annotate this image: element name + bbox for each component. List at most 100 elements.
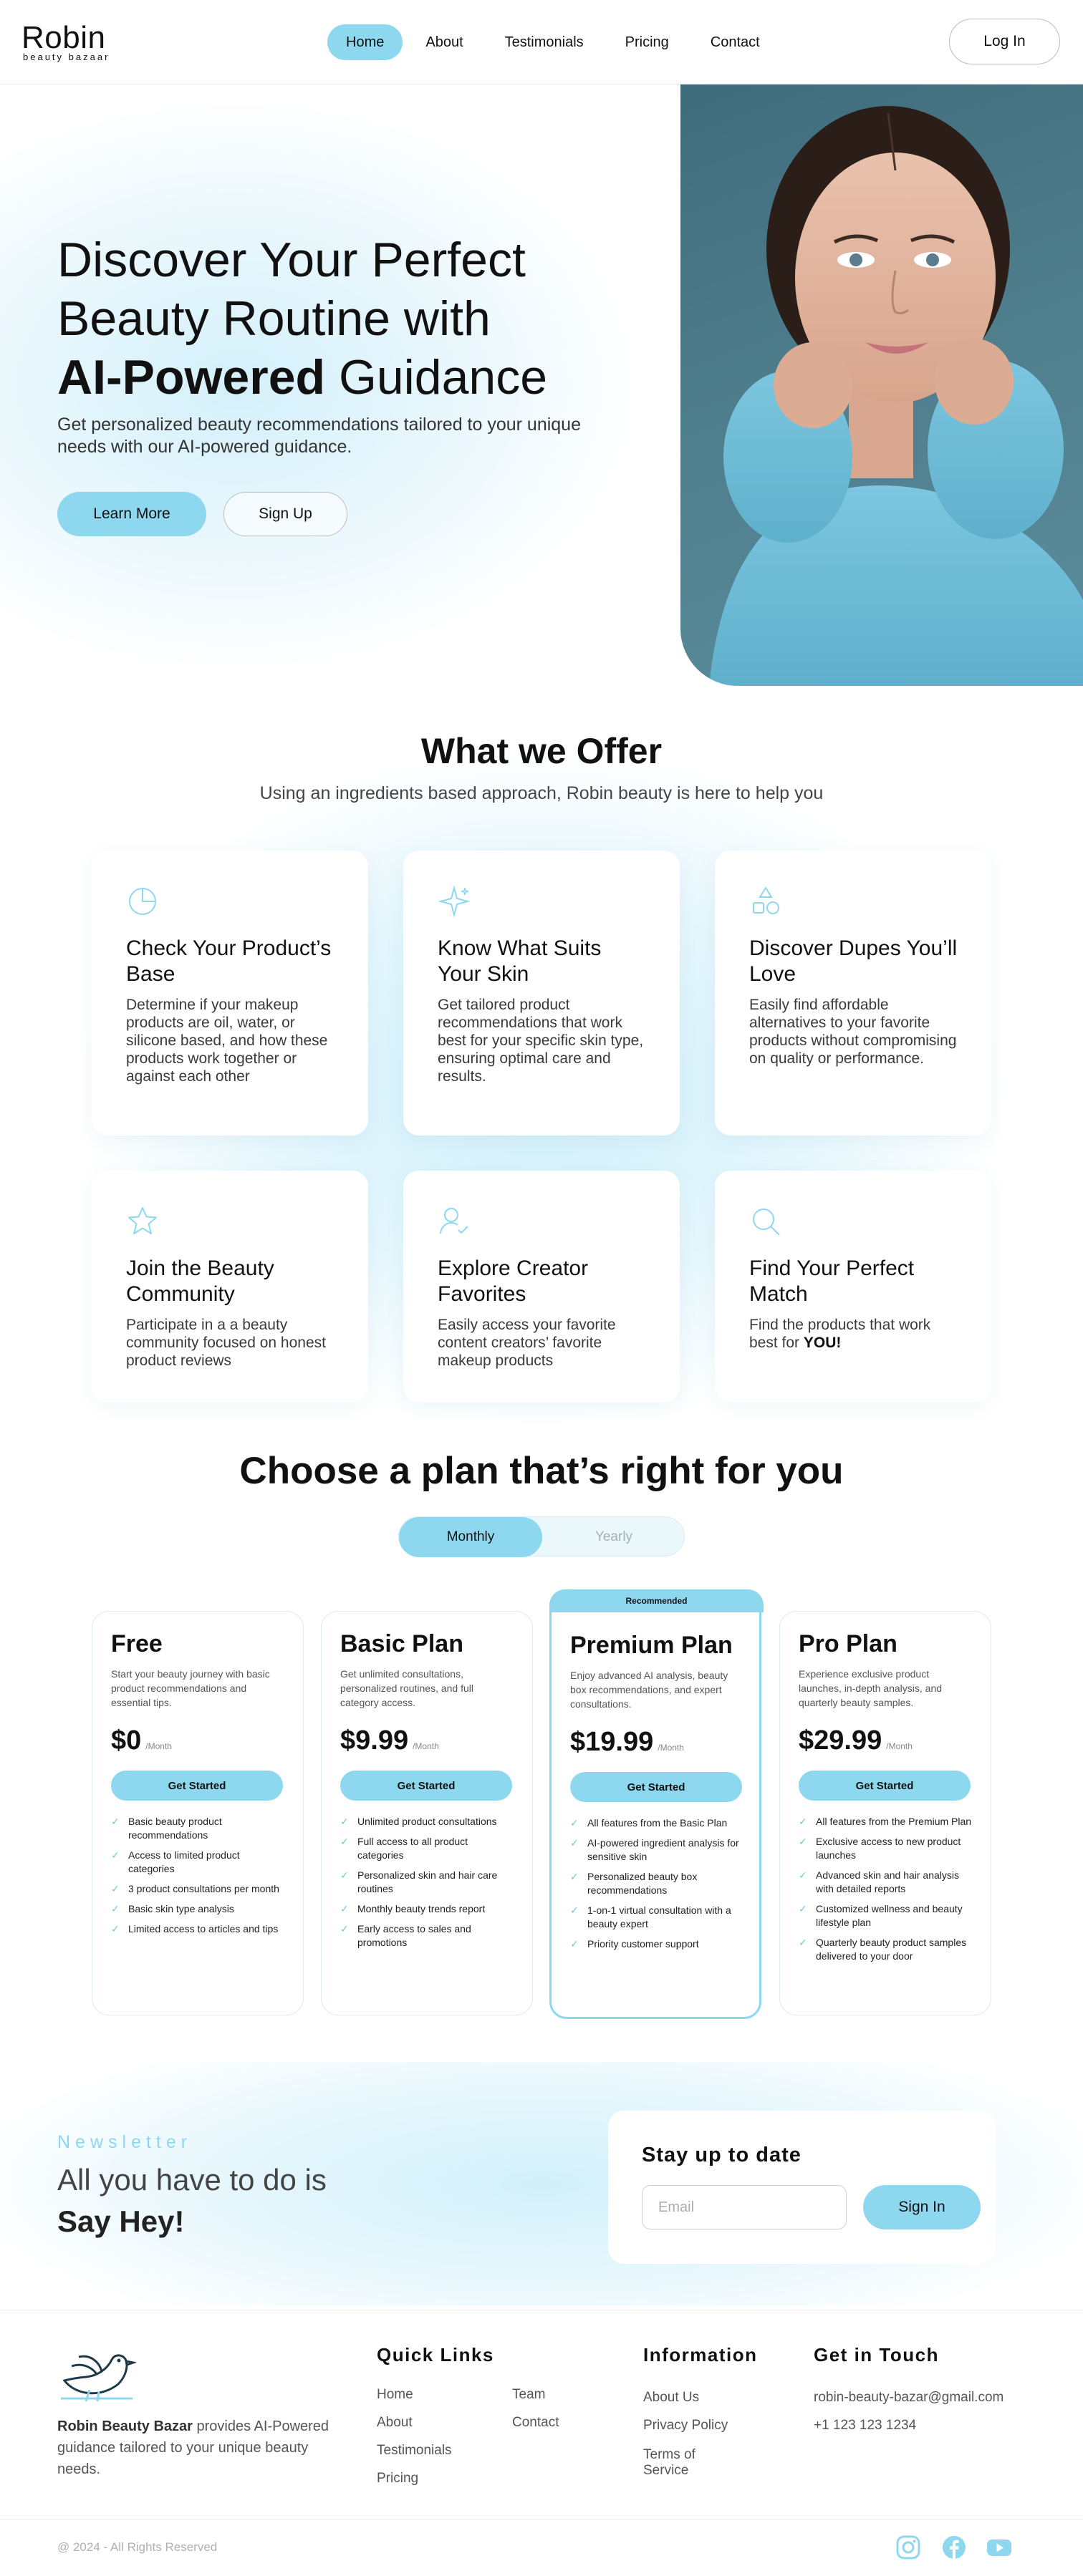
get-started-button[interactable]: Get Started — [799, 1771, 971, 1801]
plan-price: $0/Month — [111, 1725, 284, 1756]
get-started-button[interactable]: Get Started — [570, 1772, 742, 1802]
offer-card-title: Check Your Product’s Base — [126, 936, 332, 986]
nav-item-home[interactable]: Home — [327, 24, 403, 60]
plan-feature-text: Customized wellness and beauty lifestyle… — [816, 1903, 963, 1928]
plan-description: Get unlimited consultations, personalize… — [340, 1668, 474, 1708]
footer-information-title: Information — [643, 2344, 758, 2366]
get-started-button[interactable]: Get Started — [340, 1771, 512, 1801]
plan-description: Experience exclusive product launches, i… — [799, 1668, 943, 1708]
portrait-illustration — [709, 106, 1083, 686]
get-started-button[interactable]: Get Started — [111, 1771, 283, 1801]
newsletter-heading: All you have to do is Say Hey! — [57, 2159, 372, 2242]
plan-card-basic: Basic Plan Get unlimited consultations, … — [321, 1611, 533, 2015]
plan-feature-text: Personalized skin and hair care routines — [357, 1869, 498, 1894]
check-icon: ✓ — [111, 1923, 120, 1935]
learn-more-button[interactable]: Learn More — [57, 492, 206, 536]
offer-card-title: Know What Suits Your Skin — [438, 936, 602, 986]
check-icon: ✓ — [111, 1816, 120, 1827]
footer-link-about-us[interactable]: About Us — [643, 2390, 699, 2406]
plan-feature-text: 3 product consultations per month — [128, 1883, 279, 1894]
footer-link-team[interactable]: Team — [512, 2387, 545, 2403]
logo-tagline: beauty bazaar — [23, 52, 110, 62]
plan-price-period: /Month — [886, 1741, 913, 1751]
youtube-icon[interactable] — [986, 2534, 1012, 2560]
facebook-icon[interactable] — [941, 2534, 967, 2560]
plan-feature: ✓ Exclusive access to new product launche… — [799, 1835, 972, 1862]
footer-link-terms[interactable]: Terms of Service — [643, 2447, 715, 2479]
offer-card-match[interactable]: Find Your Perfect Match Find the product… — [715, 1171, 991, 1403]
check-icon: ✓ — [799, 1903, 807, 1914]
footer-about: Robin Beauty Bazar provides AI-Powered g… — [57, 2416, 344, 2480]
footer-link-home[interactable]: Home — [377, 2387, 413, 2403]
sparkle-icon — [438, 885, 471, 918]
offer-card-creators[interactable]: Explore Creator Favorites Easily access … — [403, 1171, 680, 1403]
instagram-icon[interactable] — [895, 2534, 921, 2560]
check-icon: ✓ — [570, 1817, 579, 1829]
newsletter-sign-in-button[interactable]: Sign In — [863, 2185, 981, 2229]
offer-card-title: Find Your Perfect Match — [749, 1256, 915, 1306]
toggle-monthly[interactable]: Monthly — [399, 1517, 542, 1557]
nav-item-pricing[interactable]: Pricing — [607, 24, 688, 60]
footer-link-pricing[interactable]: Pricing — [377, 2471, 418, 2487]
offer-card-skin[interactable]: Know What Suits Your Skin Get tailored p… — [403, 851, 680, 1136]
footer-link-privacy-policy[interactable]: Privacy Policy — [643, 2418, 728, 2434]
top-nav: Robin beauty bazaar Home About Testimoni… — [0, 0, 1083, 84]
pricing-title-pre: Choose a plan that’s — [239, 1450, 620, 1492]
offer-card-text: Determine if your makeup products are oi… — [126, 997, 328, 1085]
check-icon: ✓ — [111, 1883, 120, 1894]
footer-link-testimonials[interactable]: Testimonials — [377, 2443, 452, 2459]
plan-name: Basic Plan — [340, 1630, 463, 1657]
plan-price: $29.99/Month — [799, 1725, 972, 1756]
offer-card-product-base[interactable]: Check Your Product’s Base Determine if y… — [92, 851, 368, 1136]
offer-card-text: Easily find affordable alternatives to y… — [749, 997, 957, 1067]
logo-wordmark[interactable]: Robin — [21, 20, 105, 56]
check-icon: ✓ — [799, 1869, 807, 1881]
footer-link-about[interactable]: About — [377, 2415, 413, 2431]
check-icon: ✓ — [570, 1837, 579, 1849]
plan-feature-text: Limited access to articles and tips — [128, 1923, 279, 1935]
plan-feature: ✓ Early access to sales and promotions — [340, 1922, 514, 1950]
bird-logo-icon[interactable] — [57, 2341, 136, 2406]
plan-card-premium: Recommended Premium Plan Enjoy advanced … — [549, 1589, 764, 2019]
plan-feature-text: Monthly beauty trends report — [357, 1903, 486, 1914]
hero-portrait-image — [680, 84, 1083, 686]
plan-feature: ✓ Customized wellness and beauty lifestyl… — [799, 1902, 972, 1929]
nav-item-about[interactable]: About — [407, 24, 481, 60]
plan-feature-text: Unlimited product consultations — [357, 1816, 497, 1827]
newsletter-heading-bold: Say Hey! — [57, 2204, 185, 2238]
toggle-yearly[interactable]: Yearly — [542, 1517, 685, 1557]
plan-feature: ✓ Monthly beauty trends report — [340, 1902, 514, 1916]
hero-subtitle: Get personalized beauty recommendations … — [57, 415, 581, 457]
sign-up-button[interactable]: Sign Up — [223, 492, 347, 536]
shapes-icon — [753, 886, 779, 914]
nav-item-testimonials[interactable]: Testimonials — [486, 24, 602, 60]
offer-card-text: Get tailored product recommendations tha… — [438, 997, 644, 1085]
nav-item-contact[interactable]: Contact — [692, 24, 779, 60]
offer-card-dupes[interactable]: Discover Dupes You’ll Love Easily find a… — [715, 851, 991, 1136]
recommended-badge: Recommended — [549, 1589, 764, 1612]
offer-card-community[interactable]: Join the Beauty Community Participate in… — [92, 1171, 368, 1403]
user-check-icon — [440, 1208, 468, 1234]
plan-name: Premium Plan — [570, 1632, 733, 1659]
login-button[interactable]: Log In — [949, 19, 1060, 64]
check-icon: ✓ — [340, 1836, 349, 1847]
newsletter-form-title: Stay up to date — [642, 2144, 802, 2166]
plan-feature: ✓ 3 product consultations per month — [111, 1882, 284, 1896]
plan-price-period: /Month — [658, 1743, 684, 1753]
plan-feature-text: Full access to all product categories — [357, 1836, 468, 1861]
plan-description: Enjoy advanced AI analysis, beauty box r… — [570, 1670, 728, 1710]
hero-title-bold: AI-Powered — [57, 350, 326, 405]
email-field[interactable] — [642, 2185, 847, 2229]
footer-link-contact[interactable]: Contact — [512, 2415, 559, 2431]
offer-card-title: Discover Dupes You’ll Love — [749, 936, 958, 986]
footer-email[interactable]: robin-beauty-bazar@gmail.com — [814, 2390, 1003, 2406]
check-icon: ✓ — [340, 1903, 349, 1914]
pricing-title-bold: right for you — [620, 1450, 844, 1492]
footer-phone[interactable]: +1 123 123 1234 — [814, 2418, 916, 2434]
hero-title-line1: Discover Your Perfect — [57, 233, 526, 287]
plan-feature: ✓ Limited access to articles and tips — [111, 1922, 284, 1936]
plan-price-period: /Month — [145, 1741, 172, 1751]
plan-feature: ✓ 1-on-1 virtual consultation with a beau… — [570, 1904, 741, 1931]
plan-feature-text: Priority customer support — [587, 1938, 699, 1950]
check-icon: ✓ — [799, 1836, 807, 1847]
